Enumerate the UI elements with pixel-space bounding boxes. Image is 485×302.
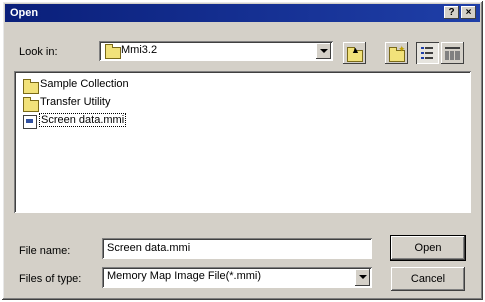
help-button[interactable]: ? [444, 6, 459, 19]
file-type-label: Files of type: [19, 273, 82, 285]
file-type-value: Memory Map Image File(*.mmi) [107, 270, 262, 282]
window-title: Open [10, 7, 39, 19]
file-name: Screen data.mmi [38, 113, 127, 127]
close-button[interactable]: × [461, 6, 476, 19]
sparkle-icon: ✦ [398, 44, 406, 54]
file-name-value: Screen data.mmi [107, 242, 191, 254]
arrow-up-icon: ▲ [351, 45, 360, 55]
document-icon [23, 115, 37, 129]
up-one-level-button[interactable]: ▲ [343, 42, 366, 64]
file-type-select[interactable]: Memory Map Image File(*.mmi) [102, 267, 372, 288]
file-name: Sample Collection [40, 78, 129, 90]
folder-icon [23, 79, 39, 94]
folder-icon [23, 97, 39, 112]
list-view-icon [421, 47, 433, 59]
open-button[interactable]: Open [390, 235, 466, 261]
title-bar[interactable]: Open ? × [5, 4, 480, 22]
file-name-input[interactable]: Screen data.mmi [102, 238, 372, 259]
list-view-button[interactable] [416, 42, 439, 64]
open-dialog: Open ? × Look in: Mmi3.2 ▲ ✦ Sample Coll… [2, 1, 483, 300]
new-folder-button[interactable]: ✦ [385, 42, 408, 64]
look-in-select[interactable]: Mmi3.2 [99, 41, 333, 61]
chevron-down-icon[interactable] [355, 269, 370, 286]
cancel-button[interactable]: Cancel [391, 267, 465, 291]
details-view-button[interactable] [441, 42, 464, 64]
look-in-label: Look in: [19, 46, 58, 58]
file-list[interactable]: Sample Collection Transfer Utility Scree… [14, 71, 471, 213]
chevron-down-icon[interactable] [316, 43, 331, 59]
file-name: Transfer Utility [40, 96, 111, 108]
file-name-label: File name: [19, 245, 71, 257]
details-view-icon [445, 47, 460, 60]
folder-icon [105, 44, 121, 59]
look-in-value: Mmi3.2 [121, 44, 158, 56]
